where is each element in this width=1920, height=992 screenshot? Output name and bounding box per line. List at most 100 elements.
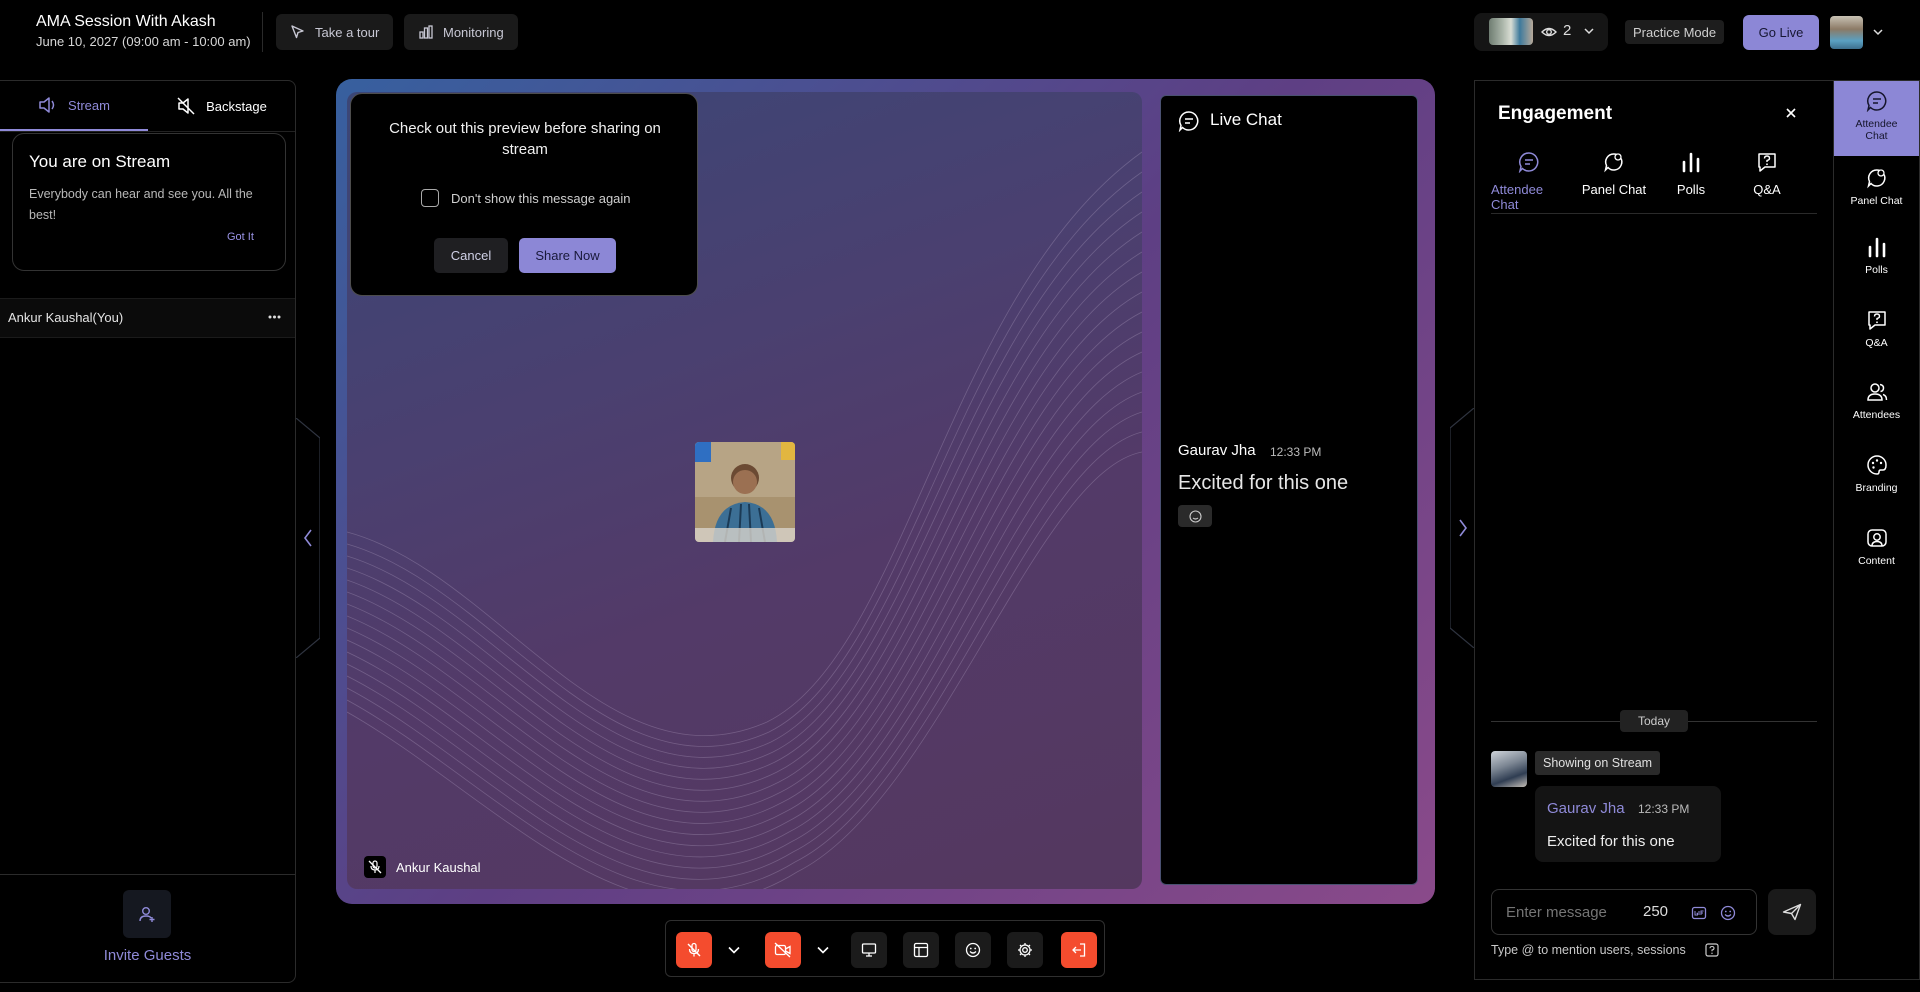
share-now-button[interactable]: Share Now (519, 238, 616, 273)
invite-guests-button[interactable] (123, 890, 171, 938)
smile-icon (1188, 509, 1202, 523)
eye-icon (1541, 25, 1557, 39)
layout-button[interactable] (903, 932, 939, 968)
screen-share-button[interactable] (851, 932, 887, 968)
message-avatar (1491, 751, 1527, 787)
collapse-right-handle[interactable] (1450, 408, 1474, 648)
notice-body: Everybody can hear and see you. All the … (29, 187, 253, 222)
tab-backstage[interactable]: Backstage (148, 81, 295, 131)
mic-options-button[interactable] (716, 932, 752, 968)
dont-show-checkbox[interactable] (421, 189, 439, 207)
chevron-down-icon (817, 946, 829, 954)
got-it-link[interactable]: Got It (227, 231, 254, 243)
speaker-icon (38, 96, 58, 114)
preview-message: Check out this preview before sharing on… (389, 120, 661, 158)
rail-item-polls[interactable]: Polls (1834, 236, 1919, 276)
viewer-count-dropdown[interactable]: 2 (1474, 13, 1608, 51)
exit-icon (1071, 942, 1087, 958)
content-icon (1866, 527, 1888, 549)
header-divider (262, 12, 263, 52)
chat-bubble-icon (1518, 151, 1540, 173)
close-icon[interactable] (1785, 107, 1797, 119)
tab-panel-chat-label: Panel Chat (1581, 182, 1647, 197)
speaker-off-icon (176, 97, 196, 115)
engagement-title: Engagement (1498, 103, 1613, 124)
panel-chat-icon (1603, 151, 1625, 173)
cancel-button[interactable]: Cancel (434, 238, 508, 273)
gear-icon (1017, 942, 1033, 958)
camera-toggle-button[interactable] (765, 932, 801, 968)
tab-qa[interactable]: Q&A (1729, 151, 1805, 197)
practice-mode-badge[interactable]: Practice Mode (1625, 20, 1725, 44)
rail-item-branding[interactable]: Branding (1834, 454, 1919, 494)
message-time: 12:33 PM (1638, 802, 1690, 816)
monitor-icon (861, 942, 877, 958)
invite-divider (0, 874, 295, 875)
monitoring-button[interactable]: Monitoring (404, 14, 518, 50)
notice-title: You are on Stream (29, 152, 171, 171)
rail-item-attendee-chat[interactable]: Attendee Chat (1834, 81, 1919, 156)
speaker-name: Ankur Kaushal (396, 860, 481, 875)
viewer-avatars (1489, 18, 1533, 45)
send-button[interactable] (1768, 889, 1816, 935)
emoji-icon[interactable] (1720, 905, 1736, 921)
send-icon (1782, 903, 1802, 921)
take-tour-label: Take a tour (315, 24, 380, 40)
chat-message-bubble[interactable]: Gaurav Jha 12:33 PM Excited for this one (1535, 786, 1721, 862)
rail-item-label: Polls (1865, 264, 1888, 276)
rail-item-qa[interactable]: Q&A (1834, 309, 1919, 349)
chat-text: Excited for this one (1178, 472, 1349, 494)
tab-attendee-chat[interactable]: Attendee Chat (1491, 151, 1567, 212)
rail-item-content[interactable]: Content (1834, 527, 1919, 567)
more-options-icon[interactable] (268, 315, 281, 319)
participant-row: Ankur Kaushal(You) (0, 298, 295, 338)
pointer-icon (290, 24, 306, 40)
bar-chart-icon (1866, 236, 1888, 258)
message-input[interactable] (1506, 901, 1626, 923)
mic-off-icon (368, 860, 382, 874)
viewer-count: 2 (1563, 22, 1572, 39)
chevron-down-icon (1584, 27, 1594, 35)
collapse-left-handle[interactable] (296, 418, 320, 658)
chevron-down-icon[interactable] (1873, 28, 1883, 36)
live-chat-overlay: Live Chat Gaurav Jha 12:33 PM Excited fo… (1160, 95, 1418, 885)
showing-on-stream-badge: Showing on Stream (1535, 751, 1661, 775)
stream-panel: Stream Backstage You are on Stream Every… (0, 80, 296, 983)
tab-stream[interactable]: Stream (0, 81, 148, 131)
question-icon (1866, 309, 1888, 331)
tabs-divider (1491, 213, 1817, 214)
tab-polls[interactable]: Polls (1653, 151, 1729, 197)
leave-button[interactable] (1061, 932, 1097, 968)
rail-item-attendees[interactable]: Attendees (1834, 381, 1919, 421)
reactions-button[interactable] (955, 932, 991, 968)
participant-name: Ankur Kaushal(You) (8, 310, 124, 325)
tab-polls-label: Polls (1676, 182, 1706, 197)
message-author: Gaurav Jha (1547, 800, 1625, 817)
tab-backstage-label: Backstage (206, 98, 267, 114)
tab-stream-label: Stream (68, 97, 110, 113)
rail-item-label: Attendee Chat (1855, 118, 1898, 142)
settings-button[interactable] (1007, 932, 1043, 968)
rail-item-label: Panel Chat (1850, 195, 1903, 207)
char-limit-counter: 250 (1643, 903, 1669, 920)
help-icon[interactable] (1705, 943, 1719, 957)
rail-item-panel-chat[interactable]: Panel Chat (1834, 167, 1919, 207)
bar-chart-icon (418, 24, 434, 40)
user-avatar[interactable] (1830, 16, 1863, 49)
tab-panel-chat[interactable]: Panel Chat (1576, 151, 1652, 197)
go-live-button[interactable]: Go Live (1743, 15, 1819, 50)
gif-icon[interactable] (1691, 905, 1707, 921)
share-preview-dialog: Check out this preview before sharing on… (350, 93, 698, 296)
mic-toggle-button[interactable] (676, 932, 712, 968)
top-header: AMA Session With Akash June 10, 2027 (09… (0, 0, 1920, 63)
speaker-video-tile (695, 442, 795, 542)
camera-options-button[interactable] (805, 932, 841, 968)
take-tour-button[interactable]: Take a tour (276, 14, 394, 50)
react-button[interactable] (1178, 505, 1212, 527)
message-input-box: 250 (1491, 889, 1757, 935)
speaker-mic-status (364, 856, 386, 878)
mention-hint: Type @ to mention users, sessions (1491, 943, 1686, 957)
invite-guests-label[interactable]: Invite Guests (0, 947, 295, 964)
mic-off-icon (686, 942, 702, 958)
chat-author: Gaurav Jha (1178, 442, 1256, 459)
